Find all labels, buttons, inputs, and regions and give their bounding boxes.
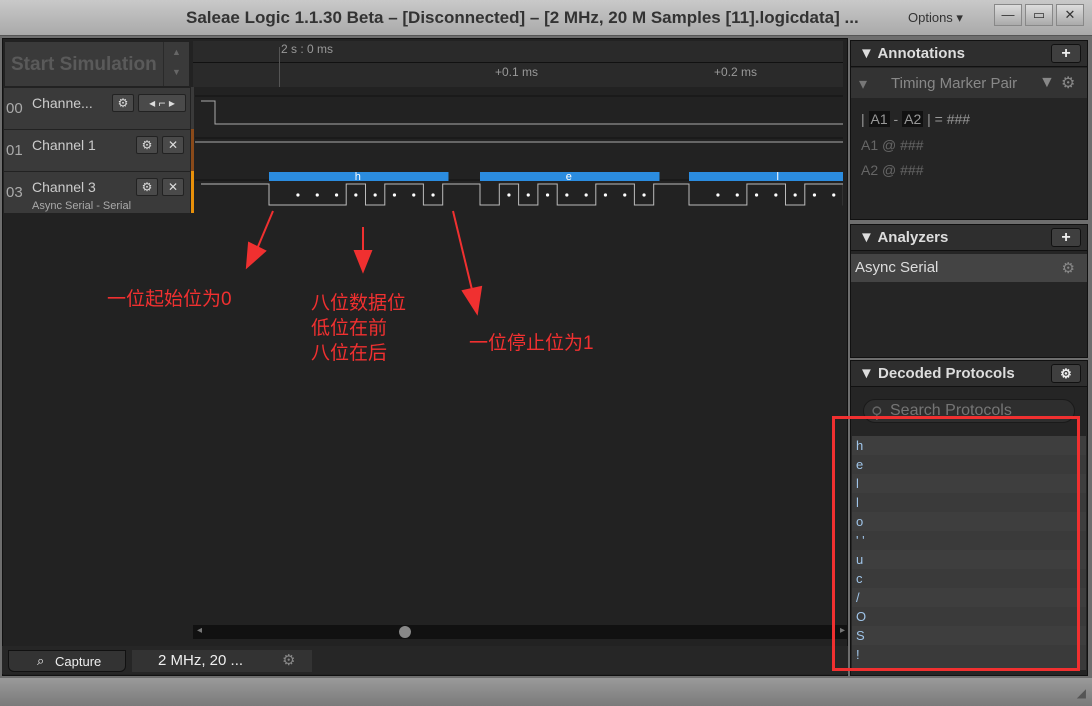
window-title: Saleae Logic 1.1.30 Beta – [Disconnected… [186, 8, 859, 27]
add-analyzer-button[interactable]: + [1051, 228, 1081, 247]
analyzers-panel: ▼ Analyzers + Async Serial ⚙ [850, 224, 1088, 358]
panel-title: Decoded Protocols [878, 365, 1015, 382]
gear-icon[interactable]: ⚙ [282, 651, 295, 669]
analyzers-header[interactable]: ▼ Analyzers + [851, 225, 1087, 251]
analyzer-item[interactable]: Async Serial ⚙ [851, 254, 1087, 282]
options-menu[interactable]: Options ▾ [908, 10, 963, 26]
waveform-area: Start Simulation ▲ ▼ 2 s : 0 ms +0.1 ms +… [2, 38, 848, 676]
add-annotation-button[interactable]: + [1051, 44, 1081, 63]
capture-tab-label: Capture [55, 654, 102, 669]
marker-selector[interactable]: ▾ Timing Marker Pair ▼ ⚙ [851, 68, 1087, 98]
marker-type: Timing Marker Pair [891, 75, 1018, 92]
arrow-icon [353, 250, 373, 274]
panel-title: Analyzers [877, 229, 949, 246]
session-tab-label: 2 MHz, 20 ... [158, 652, 244, 669]
annotations-header[interactable]: ▼ Annotations + [851, 41, 1087, 67]
bottom-tabs: ⌕ Capture 2 MHz, 20 ... ⚙ [2, 646, 848, 674]
annotation-arrows [245, 210, 483, 316]
gear-icon[interactable]: ⚙ [1051, 364, 1081, 383]
marker-formula: | A1 - A2 | = ### [861, 111, 971, 127]
search-icon: ⌕ [37, 653, 45, 668]
resize-grip-icon[interactable]: ◢ [1077, 686, 1086, 700]
minimize-button[interactable]: — [994, 4, 1022, 26]
marker-a1: A1 @ ### [861, 137, 924, 153]
title-bar: Saleae Logic 1.1.30 Beta – [Disconnected… [0, 0, 1092, 36]
session-tab[interactable]: 2 MHz, 20 ... ⚙ [132, 650, 312, 672]
marker-a2: A2 @ ### [861, 162, 924, 178]
close-button[interactable]: ✕ [1056, 4, 1084, 26]
horizontal-scrollbar[interactable]: ◂ ▸ [193, 625, 847, 639]
marker-icon: ▾ [859, 76, 868, 93]
panel-title: Annotations [877, 45, 965, 62]
analyzer-name: Async Serial [855, 259, 939, 276]
dropdown-icon[interactable]: ▼ [1039, 74, 1055, 92]
gear-icon[interactable]: ⚙ [1062, 259, 1075, 277]
highlight-box [832, 416, 1080, 671]
scroll-thumb[interactable] [399, 626, 411, 638]
arrow-icon [245, 241, 267, 270]
annotations-panel: ▼ Annotations + ▾ Timing Marker Pair ▼ ⚙… [850, 40, 1088, 220]
maximize-button[interactable]: ▭ [1025, 4, 1053, 26]
status-bar: ◢ [0, 678, 1092, 706]
arrow-icon [461, 285, 483, 316]
gear-icon[interactable]: ⚙ [1061, 73, 1075, 93]
decoded-header[interactable]: ▼ Decoded Protocols ⚙ [851, 361, 1087, 387]
capture-tab[interactable]: ⌕ Capture [8, 650, 126, 672]
